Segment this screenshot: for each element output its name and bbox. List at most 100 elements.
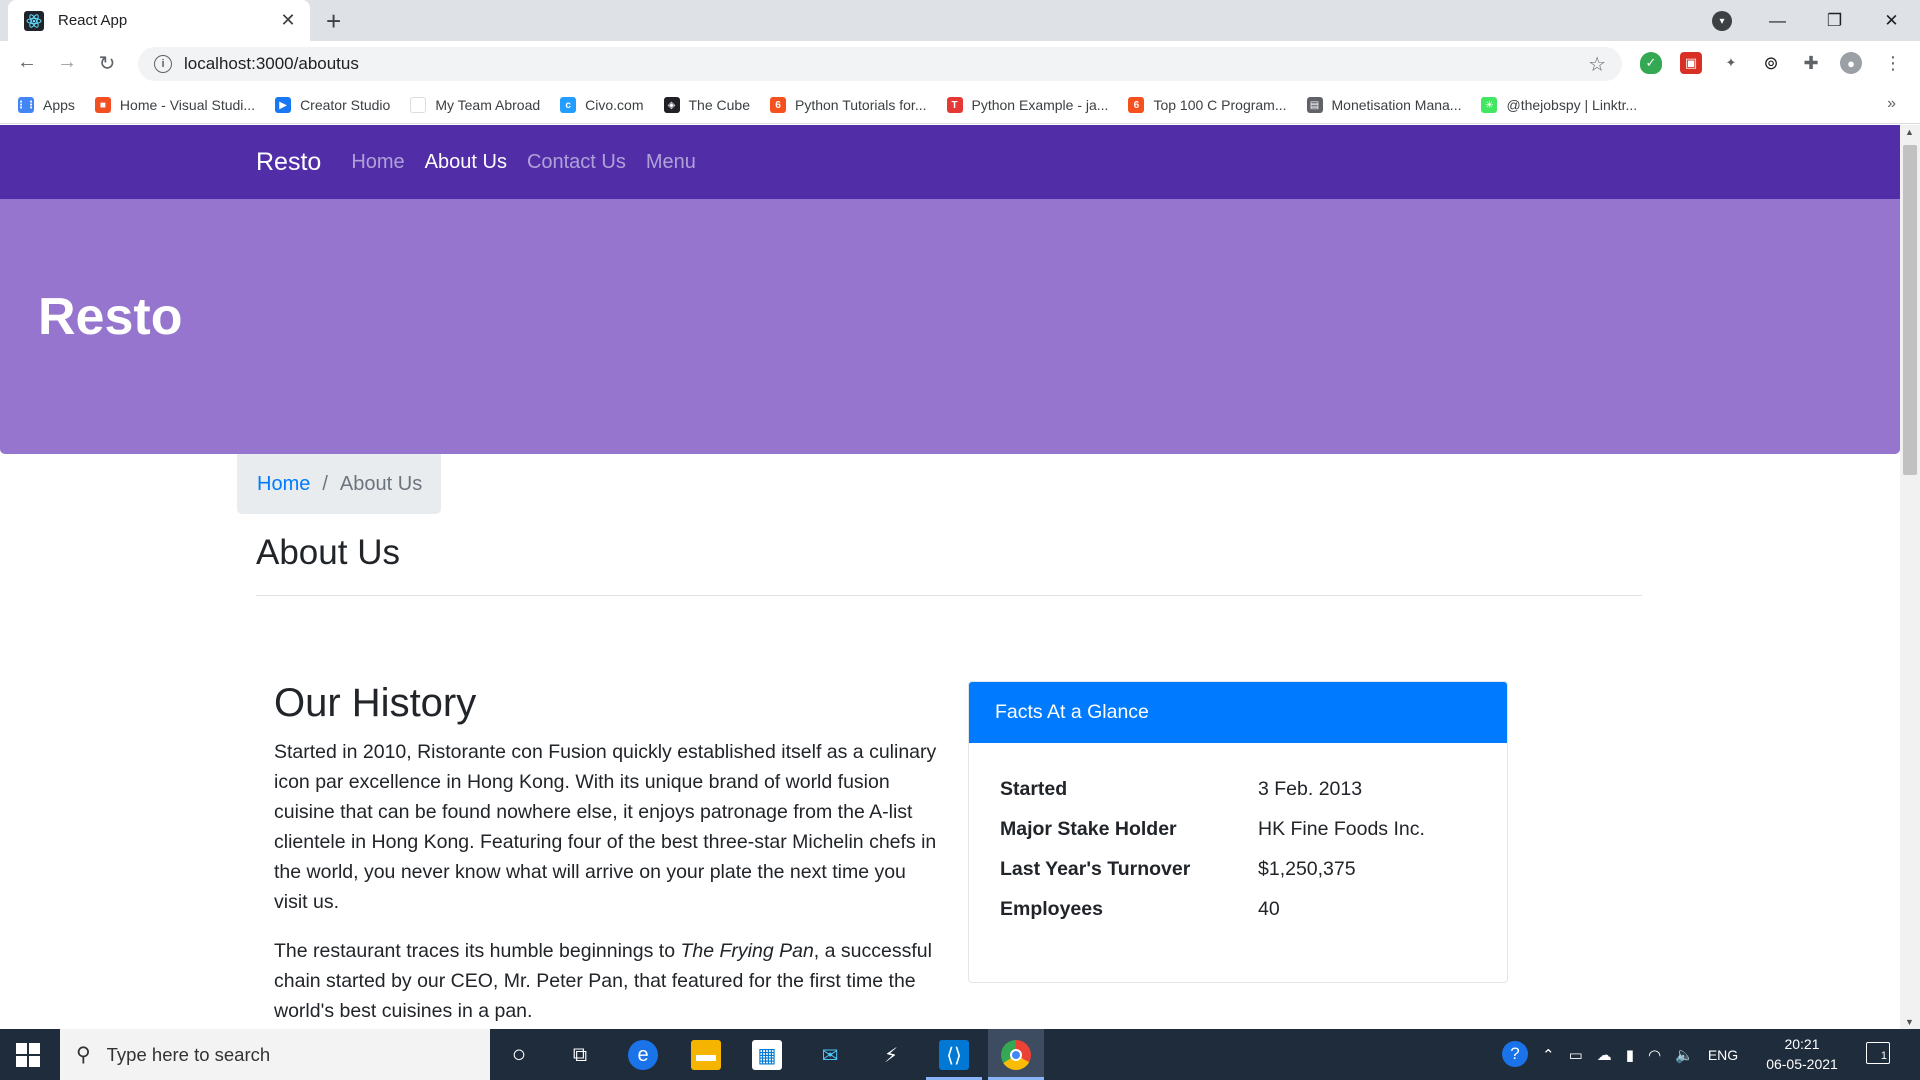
bookmark-item[interactable]: ◈ The Cube xyxy=(663,97,750,113)
blank-page-icon xyxy=(410,97,427,113)
clock-time: 20:21 xyxy=(1784,1036,1820,1052)
close-window-icon[interactable]: ✕ xyxy=(1863,11,1920,31)
nav-menu[interactable]: Menu xyxy=(646,151,696,174)
bookmark-label: @thejobspy | Linktr... xyxy=(1506,97,1638,113)
fact-row: Employees 40 xyxy=(1000,898,1280,921)
restore-icon[interactable]: ❐ xyxy=(1806,11,1863,31)
tab-search-icon[interactable]: ▾ xyxy=(1712,11,1732,31)
bookmark-item[interactable]: ▶ Creator Studio xyxy=(275,97,390,113)
history-paragraph-2: The restaurant traces its humble beginni… xyxy=(274,936,942,1026)
fact-label: Employees xyxy=(1000,898,1103,920)
site-navbar: Resto Home About Us Contact Us Menu xyxy=(0,125,1900,199)
scroll-down-icon[interactable]: ▼ xyxy=(1905,1017,1914,1027)
chrome-menu-icon[interactable]: ⋮ xyxy=(1882,52,1904,74)
bookmark-item[interactable]: ✳ @thejobspy | Linktr... xyxy=(1481,97,1637,113)
history-paragraph-2-start: The restaurant traces its humble beginni… xyxy=(274,940,681,962)
facts-card: Facts At a Glance Started 3 Feb. 2013 Ma… xyxy=(968,681,1508,983)
url-text[interactable]: localhost:3000/aboutus xyxy=(184,54,1588,74)
page-scrollbar[interactable]: ▲ ▼ xyxy=(1900,125,1920,1029)
notification-center-icon[interactable]: 1 xyxy=(1866,1042,1890,1064)
breadcrumb-current: About Us xyxy=(339,472,423,495)
bookmark-item[interactable]: 6 Top 100 C Program... xyxy=(1128,97,1287,113)
monetisation-icon: ▤ xyxy=(1306,97,1323,113)
bookmark-star-icon[interactable]: ☆ xyxy=(1588,52,1606,77)
bookmark-item[interactable]: T Python Example - ja... xyxy=(946,97,1109,113)
meet-now-icon[interactable]: ▭ xyxy=(1569,1046,1583,1064)
bookmark-label: Apps xyxy=(43,97,75,113)
more-bookmarks-icon[interactable]: » xyxy=(1887,95,1896,113)
nav-about-us[interactable]: About Us xyxy=(425,151,507,174)
satellite-extension-icon[interactable]: ✦ xyxy=(1720,52,1742,74)
git-bash-icon[interactable]: ⚡ xyxy=(876,1040,906,1070)
cube-icon: ◈ xyxy=(663,97,680,113)
task-view-icon[interactable]: ⧉ xyxy=(565,1040,595,1070)
reload-icon[interactable]: ↻ xyxy=(94,51,120,76)
extensions-puzzle-icon[interactable]: ✚ xyxy=(1800,52,1822,74)
bookmark-label: Monetisation Mana... xyxy=(1331,97,1462,113)
close-tab-icon[interactable]: ✕ xyxy=(278,10,298,31)
scrollbar-thumb[interactable] xyxy=(1903,145,1917,475)
back-icon[interactable]: ← xyxy=(14,51,40,74)
fact-value: HK Fine Foods Inc. xyxy=(1258,818,1425,840)
bookmark-label: Home - Visual Studi... xyxy=(119,97,256,113)
python-tutorials-icon: 6 xyxy=(769,97,786,113)
sync-extension-icon[interactable]: ⊚ xyxy=(1760,52,1782,74)
jumbotron-title: Resto xyxy=(38,288,183,346)
window-controls: — ❐ ✕ xyxy=(1749,0,1920,41)
nav-contact-us[interactable]: Contact Us xyxy=(527,151,626,174)
fact-value: $1,250,375 xyxy=(1258,858,1356,880)
file-explorer-icon[interactable]: ▬ xyxy=(691,1040,721,1070)
clock[interactable]: 20:21 06-05-2021 xyxy=(1766,1034,1838,1074)
bookmark-label: The Cube xyxy=(688,97,750,113)
help-icon[interactable]: ? xyxy=(1502,1041,1528,1067)
windows-start-icon[interactable] xyxy=(16,1043,40,1067)
taskbar-search-placeholder: Type here to search xyxy=(106,1043,271,1065)
volume-icon[interactable]: 🔈 xyxy=(1675,1046,1694,1064)
edge-icon[interactable]: e xyxy=(628,1040,658,1070)
fact-label: Major Stake Holder xyxy=(1000,818,1177,840)
navbar-brand[interactable]: Resto xyxy=(256,148,321,177)
red-extension-icon[interactable]: ▣ xyxy=(1680,52,1702,74)
taskbar-search-box[interactable]: ⚲ Type here to search xyxy=(60,1029,490,1080)
fact-row: Started 3 Feb. 2013 xyxy=(1000,778,1362,801)
linktree-icon: ✳ xyxy=(1481,97,1498,113)
bookmark-item[interactable]: c Civo.com xyxy=(560,97,644,113)
address-bar[interactable]: i localhost:3000/aboutus ☆ xyxy=(138,47,1622,81)
history-heading: Our History xyxy=(274,681,477,725)
bookmark-label: Civo.com xyxy=(585,97,644,113)
fact-row: Major Stake Holder HK Fine Foods Inc. xyxy=(1000,818,1425,841)
vscode-icon[interactable]: ⟨⟩ xyxy=(939,1040,969,1070)
bookmark-item[interactable]: ▤ Monetisation Mana... xyxy=(1306,97,1462,113)
cortana-icon[interactable]: ○ xyxy=(504,1040,534,1070)
creator-studio-icon: ▶ xyxy=(275,97,292,113)
wifi-icon[interactable]: ◠ xyxy=(1648,1046,1661,1064)
minimize-icon[interactable]: — xyxy=(1749,11,1806,31)
system-tray: ⌃ ▭ ☁ ▮ ◠ 🔈 ENG xyxy=(1542,1029,1738,1080)
bookmark-item[interactable]: ■ Home - Visual Studi... xyxy=(94,97,256,113)
onedrive-icon[interactable]: ☁ xyxy=(1597,1046,1612,1064)
battery-icon[interactable]: ▮ xyxy=(1626,1046,1634,1064)
profile-avatar-icon[interactable]: ● xyxy=(1840,52,1862,74)
nav-home[interactable]: Home xyxy=(351,151,404,174)
bookmark-item[interactable]: ⋮⋮ Apps xyxy=(16,97,75,113)
c-program-icon: 6 xyxy=(1128,97,1145,113)
fact-label: Last Year's Turnover xyxy=(1000,858,1191,880)
forward-icon[interactable]: → xyxy=(54,51,80,74)
info-icon[interactable]: i xyxy=(154,55,172,73)
new-tab-icon[interactable]: + xyxy=(326,6,341,37)
react-icon xyxy=(24,10,44,31)
bookmark-label: Python Example - ja... xyxy=(971,97,1109,113)
breadcrumb: Home / About Us xyxy=(237,454,441,514)
chrome-icon[interactable] xyxy=(1001,1040,1031,1070)
bookmark-item[interactable]: My Team Abroad xyxy=(410,97,540,113)
language-indicator[interactable]: ENG xyxy=(1708,1047,1738,1063)
shield-extension-icon[interactable]: ✓ xyxy=(1640,52,1662,74)
store-icon[interactable]: ▦ xyxy=(752,1040,782,1070)
breadcrumb-home-link[interactable]: Home xyxy=(257,473,310,496)
bookmark-item[interactable]: 6 Python Tutorials for... xyxy=(769,97,927,113)
mail-icon[interactable]: ✉ xyxy=(815,1040,845,1070)
page-title: About Us xyxy=(256,533,400,572)
scroll-up-icon[interactable]: ▲ xyxy=(1905,127,1914,137)
browser-tab[interactable]: React App ✕ xyxy=(8,0,310,41)
chevron-up-icon[interactable]: ⌃ xyxy=(1542,1046,1555,1064)
